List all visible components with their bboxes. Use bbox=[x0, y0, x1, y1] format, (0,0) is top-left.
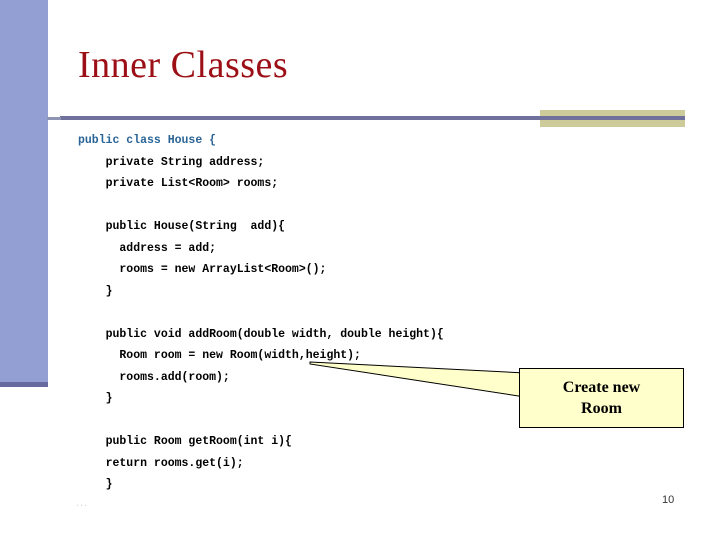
code-line: private String address; bbox=[78, 155, 265, 169]
code-line: address = add; bbox=[78, 241, 217, 255]
code-line: } bbox=[78, 284, 113, 298]
code-line: public void addRoom(double width, double… bbox=[78, 327, 444, 341]
code-line: rooms = new ArrayList<Room>(); bbox=[78, 263, 327, 276]
page-title: Inner Classes bbox=[78, 44, 289, 86]
code-line: public House(String add){ bbox=[78, 220, 286, 233]
code-line: return rooms.get(i); bbox=[78, 456, 244, 470]
sidebar-accent-band bbox=[0, 0, 48, 382]
code-listing: public class House { private String addr… bbox=[78, 130, 678, 496]
code-line: public class House { bbox=[78, 134, 217, 147]
code-line: private List<Room> rooms; bbox=[78, 177, 279, 190]
title-rule bbox=[60, 116, 685, 120]
callout-label: Create new Room bbox=[562, 379, 641, 417]
continuation-ellipsis: ... bbox=[76, 497, 89, 509]
callout-pointer-icon bbox=[309, 361, 526, 398]
callout-box: Create new Room bbox=[519, 368, 684, 428]
code-line: } bbox=[78, 478, 113, 491]
code-line: public Room getRoom(int i){ bbox=[78, 435, 292, 448]
sidebar-accent-foot bbox=[0, 382, 48, 387]
slide-canvas: Inner Classes public class House { priva… bbox=[0, 0, 720, 540]
title-rule-tip bbox=[47, 117, 61, 120]
page-number: 10 bbox=[662, 494, 675, 506]
